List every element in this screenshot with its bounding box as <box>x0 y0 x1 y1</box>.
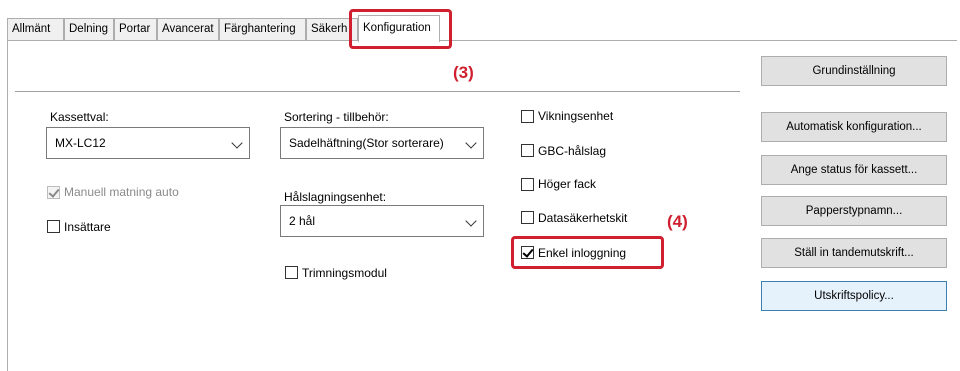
callout-number-4: (4) <box>667 212 688 231</box>
tab-fargehantering[interactable]: Färghantering <box>219 18 306 40</box>
tab-allmant[interactable]: Allmänt <box>7 18 64 40</box>
trim-label: Trimningsmodul <box>302 266 387 280</box>
tab-konfiguration[interactable]: Konfiguration <box>358 15 440 42</box>
kassettval-label: Kassettval: <box>50 110 109 124</box>
chevron-down-icon <box>231 137 243 149</box>
folding-unit-checkbox[interactable] <box>521 110 534 123</box>
check-icon <box>48 186 60 198</box>
chevron-down-icon <box>465 215 477 227</box>
sorting-value: Sadelhäftning(Stor sorterare) <box>289 136 444 150</box>
paper-type-name-button[interactable]: Papperstypnamn... <box>761 196 947 226</box>
gbc-punch-label: GBC-hålslag <box>538 144 607 158</box>
right-tray-label: Höger fack <box>538 177 597 191</box>
inserter-label: Insättare <box>64 220 111 234</box>
manual-feed-checkbox[interactable] <box>47 186 60 199</box>
data-security-kit-checkbox[interactable] <box>521 211 534 224</box>
tab-portar[interactable]: Portar <box>114 18 157 40</box>
tandem-print-button[interactable]: Ställ in tandemutskrift... <box>761 238 947 268</box>
punch-value: 2 hål <box>289 214 316 228</box>
gbc-punch-checkbox[interactable] <box>521 144 534 157</box>
punch-select[interactable]: 2 hål <box>280 205 484 237</box>
inserter-checkbox[interactable] <box>47 220 60 233</box>
print-policy-button[interactable]: Utskriftspolicy... <box>761 281 947 311</box>
separator-highlight <box>15 92 740 93</box>
auto-configuration-button[interactable]: Automatisk konfiguration... <box>761 112 947 142</box>
folding-unit-label: Vikningsenhet <box>538 109 614 123</box>
sorting-label: Sortering - tillbehör: <box>284 110 389 124</box>
default-settings-button[interactable]: Grundinställning <box>761 56 947 86</box>
right-tray-checkbox[interactable] <box>521 178 534 191</box>
sorting-select[interactable]: Sadelhäftning(Stor sorterare) <box>280 127 484 159</box>
tab-delning[interactable]: Delning <box>64 18 114 40</box>
punch-label: Hålslagningsenhet: <box>284 190 387 204</box>
chevron-down-icon <box>465 137 477 149</box>
kassettval-select[interactable]: MX-LC12 <box>46 127 250 159</box>
tab-avancerat[interactable]: Avancerat <box>157 18 219 40</box>
trim-checkbox[interactable] <box>285 266 298 279</box>
callout-box-4 <box>511 236 664 269</box>
callout-number-3: (3) <box>453 63 474 82</box>
data-security-kit-label: Datasäkerhetskit <box>538 211 628 225</box>
kassettval-value: MX-LC12 <box>55 136 106 150</box>
cassette-status-button[interactable]: Ange status för kassett... <box>761 155 947 185</box>
manual-feed-label: Manuell matning auto <box>64 185 179 199</box>
